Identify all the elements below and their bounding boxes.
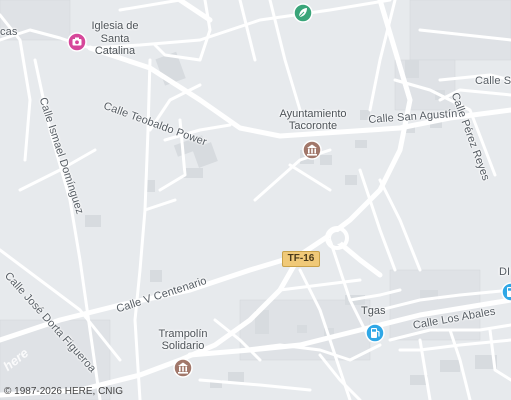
fuel-pin-icon[interactable]	[364, 322, 386, 344]
poi-label-ayuntamiento-line1: Ayuntamiento	[279, 108, 347, 120]
street-label-di: DI	[499, 266, 511, 278]
poi-label-ayuntamiento: Ayuntamiento Tacoronte	[270, 108, 356, 132]
poi-label-ayuntamiento-line2: Tacoronte	[288, 120, 338, 132]
poi-label-tgas: Tgas	[361, 305, 386, 317]
copyright-text: © 1987-2026 HERE, CNIG	[4, 386, 124, 397]
poi-label-trampolin-line1: Trampolín	[158, 328, 208, 340]
poi-label-iglesia-line1: Iglesia de	[91, 20, 139, 32]
street-label-cas: cas	[0, 26, 18, 38]
poi-label-iglesia-line2: Santa	[100, 32, 130, 45]
building-pin-icon[interactable]	[301, 139, 323, 161]
poi-label-iglesia: Iglesia de Santa Catalina	[82, 20, 148, 58]
fuel-pin-icon[interactable]	[500, 281, 511, 303]
leaf-pin-icon[interactable]	[292, 2, 314, 24]
road-shield-tf16: TF-16	[282, 251, 320, 267]
map-canvas[interactable]: Calle Teobaldo Power Calle San Agustín C…	[0, 0, 511, 400]
poi-label-trampolin-line2: Solidario	[161, 340, 205, 352]
poi-label-trampolin: Trampolín Solidario	[150, 328, 216, 352]
street-label-calle-sa: Calle Sa	[475, 75, 511, 87]
poi-label-iglesia-line3: Catalina	[94, 45, 136, 57]
building-pin-icon[interactable]	[172, 357, 194, 379]
